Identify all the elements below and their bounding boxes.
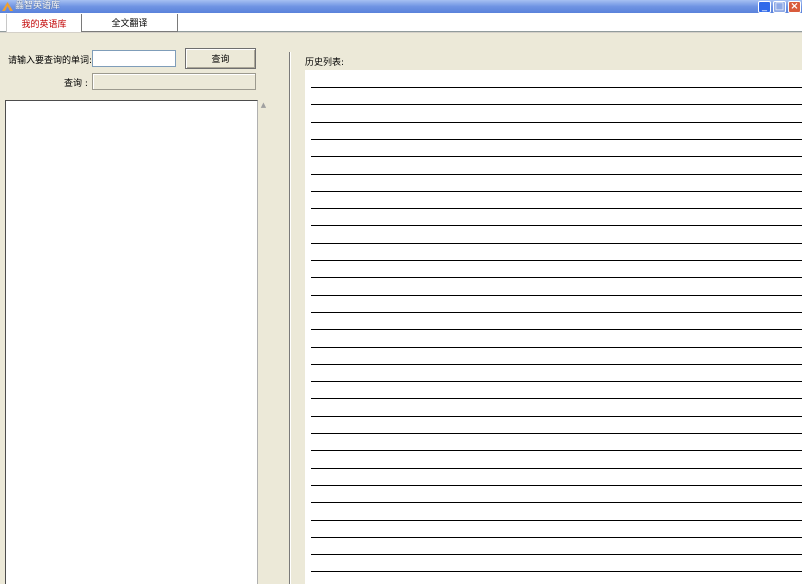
history-line [311,208,802,209]
maximize-button[interactable]: □ [773,0,786,13]
history-line [311,347,802,348]
history-line [311,122,802,123]
window-title: 畾智英语库 [15,1,61,11]
search-button[interactable]: 查询 [185,48,256,69]
result-label: 查询 : [64,79,88,89]
history-line [311,468,802,469]
maximize-icon: □ [774,0,785,12]
history-line [311,450,802,451]
scroll-up-icon[interactable]: ▲ [259,101,268,110]
history-line [311,277,802,278]
tab-my-english-library[interactable]: 我的英语库 [6,14,82,33]
history-line [311,520,802,521]
history-line [311,225,802,226]
history-line [311,485,802,486]
history-label: 历史列表: [305,58,345,68]
close-button[interactable]: × [788,0,801,13]
panel-divider-highlight [290,52,291,584]
history-line [311,571,802,572]
word-list-scrollbar[interactable]: ▲ [258,100,269,584]
history-line [311,312,802,313]
history-line [311,260,802,261]
history-line [311,364,802,365]
result-field [92,73,256,90]
history-line [311,381,802,382]
word-list-box[interactable] [5,100,258,584]
history-line [311,156,802,157]
word-input[interactable] [92,50,176,67]
minimize-icon: _ [762,0,767,12]
title-bar[interactable]: 畾智英语库 _ □ × [0,0,802,13]
minimize-button[interactable]: _ [758,0,771,13]
history-line [311,398,802,399]
history-line [311,191,802,192]
history-line [311,502,802,503]
app-window: 畾智英语库 _ □ × 我的英语库 全文翻译 请输入要查询的单词: 查询 查询 … [0,0,802,584]
history-line [311,87,802,88]
word-input-label: 请输入要查询的单词: [8,56,93,66]
history-line [311,416,802,417]
history-list[interactable] [305,70,802,584]
history-line [311,433,802,434]
tab-strip: 我的英语库 全文翻译 [0,13,802,33]
history-line [311,174,802,175]
history-line [311,554,802,555]
history-line [311,139,802,140]
app-logo-icon [1,1,13,13]
history-line [311,329,802,330]
window-controls: _ □ × [758,0,801,13]
history-line [311,104,802,105]
history-line [311,537,802,538]
close-icon: × [790,0,799,12]
history-line [311,295,802,296]
tab-full-text-translation[interactable]: 全文翻译 [82,14,178,32]
history-line [311,243,802,244]
